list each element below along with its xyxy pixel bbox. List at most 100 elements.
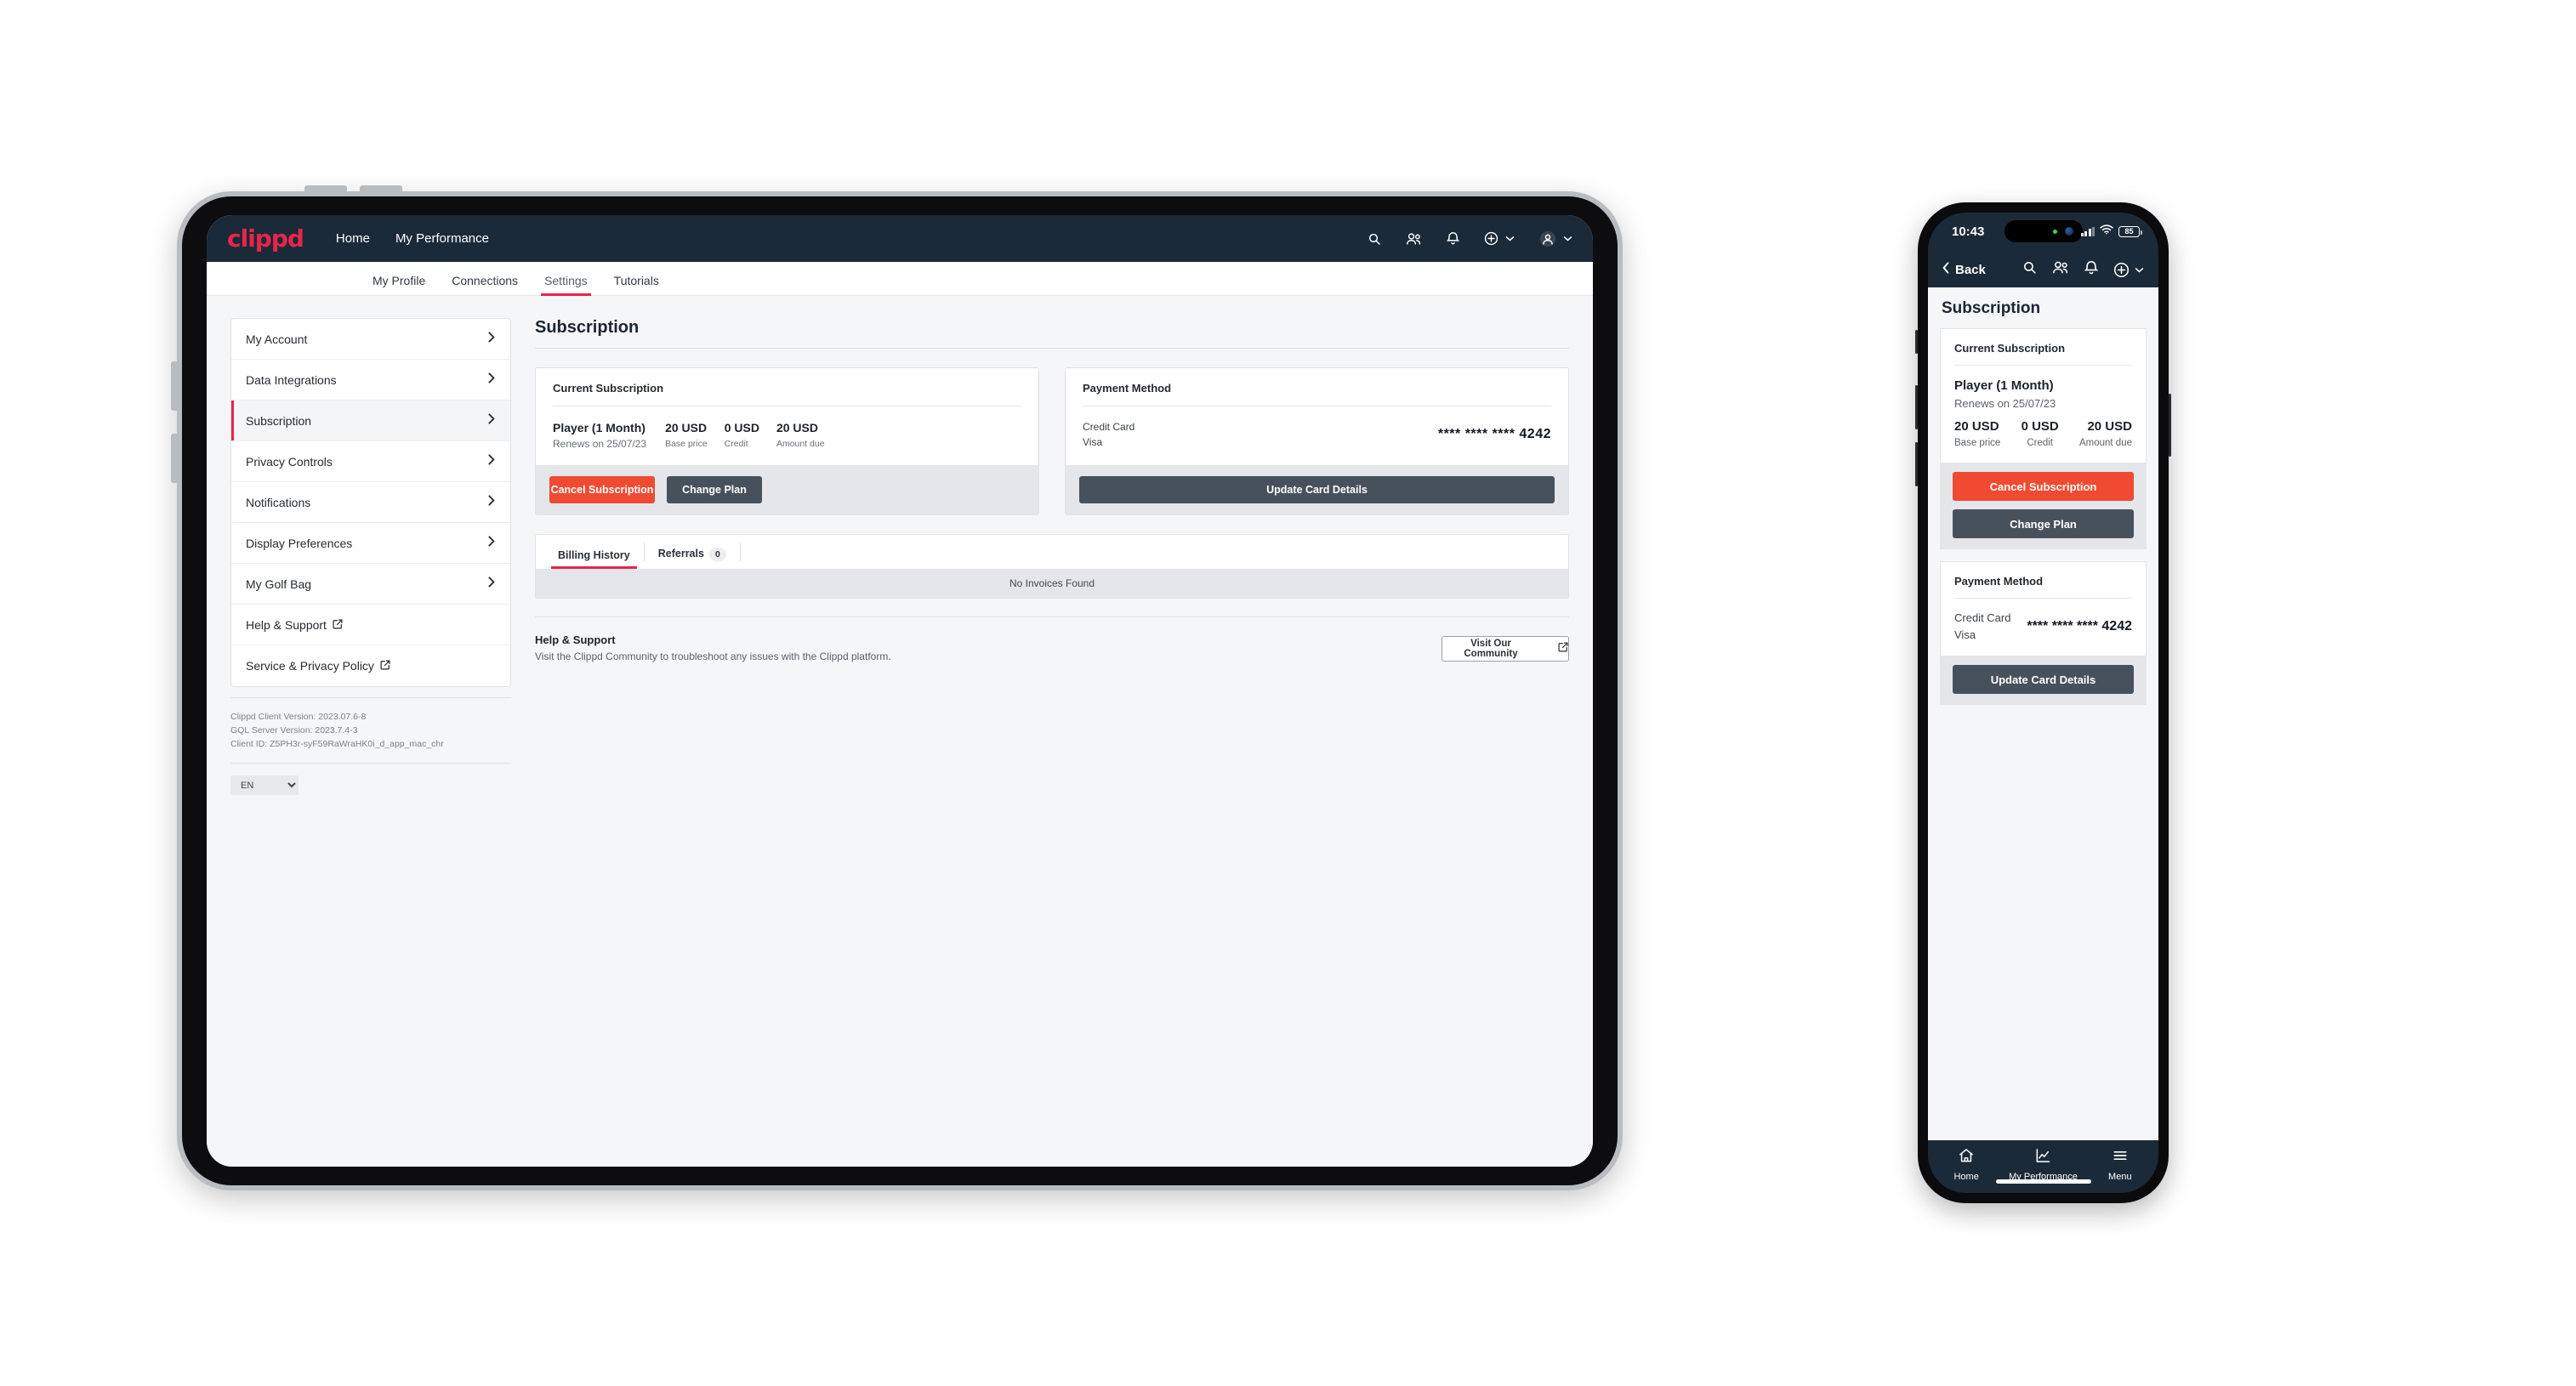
nav-link-my-performance[interactable]: My Performance <box>395 231 489 246</box>
amount-label: Credit <box>2027 438 2053 448</box>
settings-sidebar: My Account Data Integrations Subscriptio… <box>230 318 511 1167</box>
sidebar-item-subscription[interactable]: Subscription <box>231 400 510 441</box>
people-icon[interactable] <box>2052 260 2069 279</box>
tabbar-label: Home <box>1953 1172 1979 1182</box>
no-invoices-message: No Invoices Found <box>536 569 1568 598</box>
subscription-cards-row: Current Subscription Player (1 Month) Re… <box>535 367 1569 515</box>
language-select[interactable]: EN <box>230 775 299 795</box>
phone-app-header: Back <box>1928 252 2158 287</box>
people-icon[interactable] <box>1406 232 1422 246</box>
tablet-volume-up-button <box>171 361 179 411</box>
clippd-logo[interactable]: clippd <box>227 224 304 253</box>
tab-settings[interactable]: Settings <box>541 274 591 296</box>
sidebar-item-label: Notifications <box>246 495 311 509</box>
help-text-block: Help & Support Visit the Clippd Communit… <box>535 632 891 665</box>
tab-referrals[interactable]: Referrals 0 <box>646 548 738 569</box>
sidebar-item-display-preferences[interactable]: Display Preferences <box>231 523 510 564</box>
phone-status-bar: 10:43 85 <box>1928 213 2158 252</box>
sidebar-item-privacy-controls[interactable]: Privacy Controls <box>231 441 510 482</box>
change-plan-button[interactable]: Change Plan <box>667 476 762 503</box>
tablet-top-button-1 <box>304 185 347 193</box>
tablet-top-navbar: clippd Home My Performance <box>207 215 1593 262</box>
title-divider <box>535 348 1569 349</box>
tablet-volume-down-button <box>171 434 179 483</box>
amount-label: Base price <box>665 439 708 449</box>
chart-line-icon <box>2034 1147 2051 1168</box>
sidebar-item-label: Display Preferences <box>246 536 353 550</box>
card-type-block: Credit Card Visa <box>1954 610 2010 644</box>
chevron-down-icon <box>1563 236 1572 241</box>
search-icon[interactable] <box>1368 232 1381 246</box>
plus-circle-icon[interactable] <box>2113 262 2144 278</box>
cancel-subscription-button[interactable]: Cancel Subscription <box>549 476 655 503</box>
amounts-row: 20 USD Base price 0 USD Credit 20 USD Am… <box>1954 418 2132 451</box>
help-support-description: Visit the Clippd Community to troublesho… <box>535 650 891 662</box>
chevron-right-icon <box>488 454 495 469</box>
amount-base-price: 20 USD Base price <box>665 419 708 452</box>
visit-community-button[interactable]: Visit Our Community <box>1442 635 1569 662</box>
card-type: Credit Card <box>1954 611 2011 624</box>
card-summary-row: Credit Card Visa **** **** **** 4242 <box>1954 610 2132 644</box>
amount-value: 20 USD <box>2087 419 2132 434</box>
client-id: Client ID: Z5PH3r-syF59RaWraHK0i_d_app_m… <box>230 739 444 749</box>
visit-community-label: Visit Our Community <box>1464 638 1518 659</box>
bell-icon[interactable] <box>1447 231 1459 246</box>
sidebar-item-notifications[interactable]: Notifications <box>231 482 510 523</box>
back-label: Back <box>1955 262 1986 277</box>
tabbar-item-my-performance[interactable]: My Performance <box>2005 1147 2081 1182</box>
language-selector-wrap: EN <box>230 763 511 795</box>
payment-method-card: Payment Method Credit Card Visa **** ***… <box>1940 561 2147 705</box>
sidebar-item-data-integrations[interactable]: Data Integrations <box>231 360 510 400</box>
update-card-details-button[interactable]: Update Card Details <box>1953 665 2134 694</box>
tab-billing-history[interactable]: Billing History <box>546 549 642 569</box>
card-type-block: Credit Card Visa <box>1083 419 1134 450</box>
avatar-icon[interactable] <box>1539 230 1572 247</box>
phone-screen: 10:43 85 Back Subscription Current Subsc… <box>1928 213 2158 1193</box>
current-subscription-heading: Current Subscription <box>553 382 664 395</box>
nav-link-home[interactable]: Home <box>336 231 370 246</box>
settings-main: Subscription Current Subscription Player… <box>535 318 1569 1167</box>
tablet-screen: clippd Home My Performance My Profile Co… <box>207 215 1593 1167</box>
amount-value: 0 USD <box>2021 419 2059 434</box>
phone-content: Subscription Current Subscription Player… <box>1928 287 2158 1140</box>
phone-volume-down-button <box>1915 442 1918 486</box>
amount-value: 20 USD <box>776 421 818 435</box>
current-subscription-body: Player (1 Month) Renews on 25/07/23 20 U… <box>536 406 1038 465</box>
screenshot-canvas: clippd Home My Performance My Profile Co… <box>0 0 2576 1386</box>
change-plan-button[interactable]: Change Plan <box>1953 509 2134 538</box>
phone-device-frame: 10:43 85 Back Subscription Current Subsc… <box>1915 202 2171 1203</box>
external-link-icon <box>1558 642 1568 655</box>
status-time: 10:43 <box>1952 224 1985 239</box>
tabbar-item-home[interactable]: Home <box>1928 1147 2005 1182</box>
tab-tutorials[interactable]: Tutorials <box>614 274 659 295</box>
bell-icon[interactable] <box>2084 260 2099 280</box>
back-button[interactable]: Back <box>1942 262 1986 277</box>
tab-connections[interactable]: Connections <box>452 274 518 295</box>
sidebar-item-my-account[interactable]: My Account <box>231 319 510 360</box>
tabbar-item-menu[interactable]: Menu <box>2082 1147 2158 1182</box>
tab-my-profile[interactable]: My Profile <box>372 274 425 295</box>
plus-circle-icon[interactable] <box>1484 231 1515 246</box>
search-icon[interactable] <box>2022 260 2037 279</box>
external-link-icon <box>380 659 390 673</box>
green-indicator-dot <box>2052 230 2057 234</box>
sidebar-item-service-and-privacy-policy[interactable]: Service & Privacy Policy <box>231 645 510 686</box>
plan-block: Player (1 Month) Renews on 25/07/23 <box>553 419 646 452</box>
chevron-right-icon <box>488 577 495 591</box>
sidebar-item-help-and-support[interactable]: Help & Support <box>231 605 510 645</box>
home-indicator <box>1995 1179 2091 1184</box>
update-card-details-button[interactable]: Update Card Details <box>1079 476 1555 503</box>
cancel-subscription-button[interactable]: Cancel Subscription <box>1953 472 2134 501</box>
navbar-icon-group <box>1368 230 1572 247</box>
chevron-down-icon <box>1505 236 1515 241</box>
amount-label: Credit <box>724 439 748 449</box>
camera-lens <box>2064 227 2073 236</box>
amount-value: 20 USD <box>1954 419 1999 434</box>
phone-mute-switch <box>1915 330 1918 354</box>
page-title: Subscription <box>535 318 640 337</box>
sidebar-item-label: Data Integrations <box>246 372 337 387</box>
payment-method-body: Credit Card Visa **** **** **** 4242 <box>1066 406 1568 465</box>
sidebar-item-my-golf-bag[interactable]: My Golf Bag <box>231 564 510 605</box>
current-subscription-body: Player (1 Month) Renews on 25/07/23 20 U… <box>1941 366 2146 463</box>
dynamic-island <box>2004 220 2083 242</box>
